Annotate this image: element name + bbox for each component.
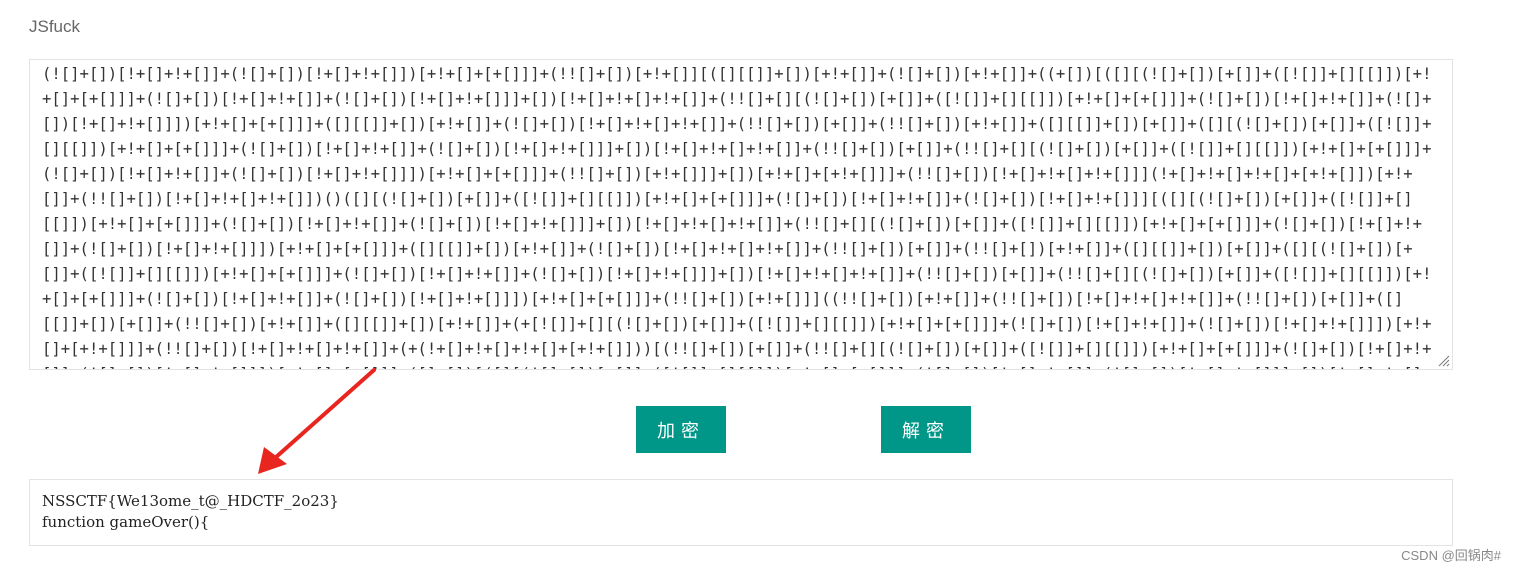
code-input-textarea[interactable]: (![]+[])[!+[]+!+[]]+(![]+[])[!+[]+!+[]])…	[29, 59, 1453, 370]
decrypt-button[interactable]: 解密	[881, 406, 971, 453]
code-input-text[interactable]: (![]+[])[!+[]+!+[]]+(![]+[])[!+[]+!+[]])…	[30, 60, 1452, 369]
output-box[interactable]: NSSCTF{We13ome_t@_HDCTF_2o23} function g…	[29, 479, 1453, 546]
watermark-text: CSDN @回锅肉#	[1401, 548, 1501, 563]
resize-grip-icon[interactable]	[1436, 353, 1450, 367]
output-code-line: function gameOver(){	[42, 513, 210, 531]
output-flag-line: NSSCTF{We13ome_t@_HDCTF_2o23}	[42, 492, 339, 510]
encrypt-button[interactable]: 加密	[636, 406, 726, 453]
page-title: JSfuck	[29, 17, 81, 36]
